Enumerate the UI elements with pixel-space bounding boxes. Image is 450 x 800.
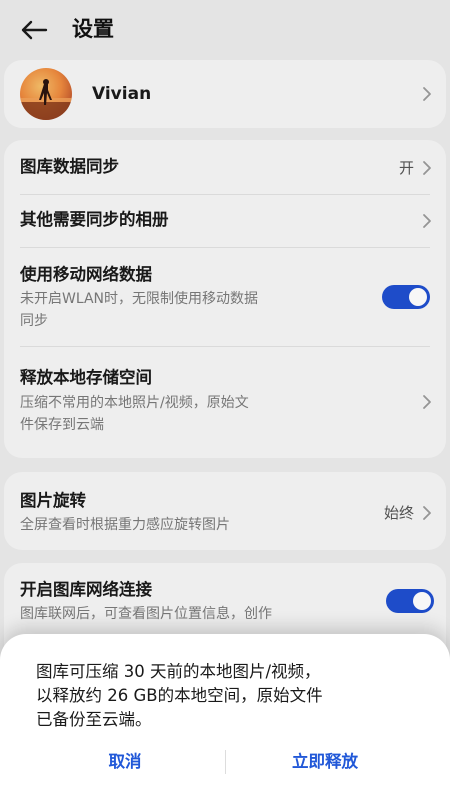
cancel-button[interactable]: 取消 [60, 746, 190, 778]
avatar-image [20, 79, 72, 120]
mobile-data-row: 使用移动网络数据 未开启WLAN时，无限制使用移动数据 同步 [4, 248, 446, 346]
image-rotation-label: 图片旋转 [20, 491, 86, 510]
free-now-button[interactable]: 立即释放 [260, 746, 390, 778]
chevron-right-icon [423, 506, 431, 520]
page-title: 设置 [72, 17, 114, 41]
other-albums-label: 其他需要同步的相册 [20, 210, 169, 229]
image-rotation-card[interactable]: 图片旋转 全屏查看时根据重力感应旋转图片 始终 [4, 472, 446, 550]
gallery-sync-label: 图库数据同步 [20, 157, 119, 176]
chevron-right-icon [423, 161, 431, 175]
free-storage-label: 释放本地存储空间 [20, 368, 152, 387]
image-rotation-desc: 全屏查看时根据重力感应旋转图片 [20, 517, 230, 533]
gallery-sync-row[interactable]: 图库数据同步 开 [4, 140, 446, 194]
avatar [20, 68, 72, 120]
toggle-knob [409, 288, 427, 306]
dialog-button-divider [225, 750, 226, 774]
mobile-data-label: 使用移动网络数据 [20, 265, 152, 284]
free-storage-desc-line1: 压缩不常用的本地照片/视频，原始文 [20, 395, 249, 411]
sync-settings-card: 图库数据同步 开 其他需要同步的相册 使用移动网络数据 未开启WLAN时，无限制… [4, 140, 446, 458]
image-rotation-value: 始终 [383, 504, 414, 522]
mobile-data-desc-line2: 同步 [20, 313, 48, 329]
back-button[interactable] [18, 14, 50, 46]
other-albums-row[interactable]: 其他需要同步的相册 [4, 195, 446, 247]
free-storage-row[interactable]: 释放本地存储空间 压缩不常用的本地照片/视频，原始文 件保存到云端 [4, 347, 446, 457]
gallery-network-toggle[interactable] [386, 589, 434, 613]
free-storage-dialog: 图库可压缩 30 天前的本地图片/视频， 以释放约 26 GB的本地空间，原始文… [0, 634, 450, 800]
gallery-network-desc: 图库联网后，可查看图片位置信息，创作 [20, 606, 272, 622]
dialog-message: 图库可压缩 30 天前的本地图片/视频， 以释放约 26 GB的本地空间，原始文… [36, 660, 416, 732]
mobile-data-toggle[interactable] [382, 285, 430, 309]
chevron-right-icon [423, 395, 431, 409]
chevron-right-icon [423, 87, 431, 101]
gallery-sync-value: 开 [398, 159, 414, 177]
dialog-message-line1: 图库可压缩 30 天前的本地图片/视频， [36, 662, 321, 681]
free-storage-desc-line2: 件保存到云端 [20, 417, 104, 433]
dialog-message-line3: 已备份至云端。 [36, 710, 152, 729]
back-arrow-icon [21, 20, 48, 40]
chevron-right-icon [423, 214, 431, 228]
dialog-message-line2: 以释放约 26 GB的本地空间，原始文件 [36, 686, 323, 705]
gallery-network-label: 开启图库网络连接 [20, 580, 152, 599]
app-header: 设置 [0, 0, 450, 58]
account-card[interactable]: Vivian [4, 60, 446, 128]
user-name: Vivian [92, 84, 152, 104]
toggle-knob [413, 592, 431, 610]
mobile-data-desc-line1: 未开启WLAN时，无限制使用移动数据 [20, 291, 259, 307]
